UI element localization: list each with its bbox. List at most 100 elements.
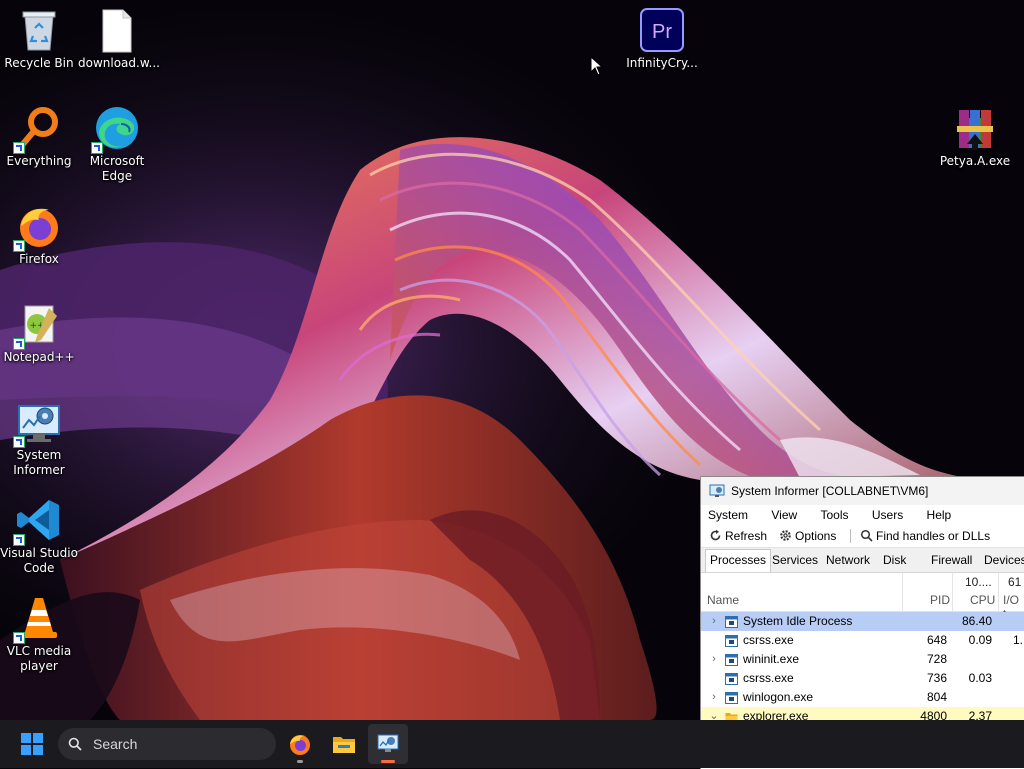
document-file-icon	[93, 6, 141, 54]
refresh-icon	[710, 529, 721, 541]
shortcut-arrow-icon	[13, 240, 25, 252]
system-informer-icon	[377, 734, 399, 752]
process-cpu: 86.40	[961, 614, 992, 628]
desktop-icon-label: System Informer	[13, 448, 65, 477]
shortcut-arrow-icon	[13, 534, 25, 546]
window-title: System Informer [COLLABNET\VM6]	[731, 484, 929, 498]
process-name: winlogon.exe	[743, 690, 814, 704]
tab-services[interactable]: Services	[768, 550, 822, 572]
column-pid[interactable]: PID	[930, 593, 950, 607]
find-handles-button[interactable]: Find handles or DLLs	[858, 525, 990, 547]
winrar-archive-icon	[951, 104, 999, 152]
column-cpu-total: 10....	[965, 575, 992, 589]
desktop-icon-vlc[interactable]: VLC media player	[0, 590, 78, 674]
process-pid: 736	[926, 671, 947, 685]
refresh-button[interactable]: Refresh	[707, 525, 767, 547]
tab-disk[interactable]: Disk	[879, 550, 910, 572]
firefox-icon	[13, 202, 63, 252]
desktop-icon-infinitycry[interactable]: Pr InfinityCry...	[623, 2, 701, 71]
search-icon	[68, 737, 82, 751]
shortcut-arrow-icon	[91, 142, 103, 154]
svg-text:Pr: Pr	[652, 21, 672, 43]
options-button[interactable]: Options	[777, 525, 836, 547]
taskbar-file-explorer-button[interactable]	[324, 724, 364, 764]
process-pid: 804	[926, 690, 947, 704]
app-window-icon	[725, 672, 738, 685]
shortcut-arrow-icon	[13, 632, 25, 644]
toolbar: Refresh Options Find handles or DLLs	[701, 525, 1024, 548]
shortcut-arrow-icon	[13, 142, 25, 154]
menu-system[interactable]: System	[705, 508, 751, 522]
expand-chevron-icon[interactable]: ›	[709, 650, 719, 669]
column-cpu[interactable]: CPU	[970, 593, 995, 607]
menu-users[interactable]: Users	[869, 508, 906, 522]
tab-devices[interactable]: Devices	[980, 550, 1024, 572]
tab-firewall[interactable]: Firewall	[927, 550, 976, 572]
gear-icon	[780, 530, 791, 541]
edge-icon	[91, 104, 141, 154]
desktop-icon-system-informer[interactable]: System Informer	[0, 394, 78, 478]
desktop-icon-label: VLC media player	[6, 644, 72, 673]
desktop-icon-edge[interactable]: Microsoft Edge	[78, 100, 156, 184]
taskbar-system-informer-button[interactable]	[368, 724, 408, 764]
toolbar-separator	[850, 529, 851, 543]
menu-view[interactable]: View	[768, 508, 800, 522]
desktop-icon-label: InfinityCry...	[626, 56, 698, 70]
tab-network[interactable]: Network	[822, 550, 874, 572]
desktop-icon-everything[interactable]: Everything	[0, 100, 78, 169]
tab-strip: Processes Services Network Disk Firewall…	[701, 548, 1024, 573]
shortcut-arrow-icon	[13, 436, 25, 448]
desktop-icon-vscode[interactable]: Visual Studio Code	[0, 492, 78, 576]
window-title-bar[interactable]: System Informer [COLLABNET\VM6]	[701, 477, 1024, 505]
tab-processes[interactable]: Processes	[705, 549, 772, 572]
menu-help[interactable]: Help	[924, 508, 955, 522]
process-name: csrss.exe	[743, 633, 794, 647]
shortcut-arrow-icon	[13, 338, 25, 350]
process-cpu: 0.03	[968, 671, 992, 685]
column-name[interactable]: Name	[707, 593, 739, 607]
desktop-icon-label: Petya.A.exe	[939, 154, 1011, 168]
everything-search-icon	[13, 104, 63, 154]
start-button[interactable]	[12, 724, 52, 764]
process-row[interactable]: csrss.exe 648 0.09 1.	[701, 631, 1024, 650]
column-divider	[998, 573, 999, 611]
process-row[interactable]: › winlogon.exe 804	[701, 688, 1024, 707]
column-header: Name PID 10.... CPU 61 I/O t	[701, 573, 1024, 621]
search-icon	[860, 529, 873, 542]
desktop-icon-petya[interactable]: Petya.A.exe	[936, 100, 1014, 169]
menu-bar: System View Tools Users Help	[701, 505, 1024, 525]
options-label: Options	[795, 529, 837, 543]
process-row[interactable]: › System Idle Process 86.40	[701, 612, 1024, 631]
column-io-total: 61	[1008, 575, 1022, 589]
premiere-pro-icon: Pr	[638, 6, 686, 54]
system-informer-icon	[13, 398, 63, 448]
process-row[interactable]: csrss.exe 736 0.03	[701, 669, 1024, 688]
process-io: 1.	[1013, 633, 1024, 647]
menu-tools[interactable]: Tools	[818, 508, 852, 522]
process-row[interactable]: › wininit.exe 728	[701, 650, 1024, 669]
taskbar: Search	[0, 720, 1024, 768]
desktop-icon-label: Microsoft Edge	[89, 154, 145, 183]
desktop-icon-label: Firefox	[19, 252, 59, 266]
expand-chevron-icon[interactable]: ›	[709, 688, 719, 707]
desktop-icon-notepadpp[interactable]: ++ Notepad++	[0, 296, 78, 365]
app-window-icon	[725, 615, 738, 628]
desktop-icon-label: Notepad++	[3, 350, 75, 364]
process-name: csrss.exe	[743, 671, 794, 685]
app-window-icon	[725, 634, 738, 647]
process-pid: 648	[926, 633, 947, 647]
desktop-icon-download-file[interactable]: download.w...	[78, 2, 160, 71]
desktop-icon-firefox[interactable]: Firefox	[0, 198, 78, 267]
column-divider	[952, 573, 953, 611]
windows-start-icon	[21, 733, 43, 755]
column-divider	[902, 573, 903, 611]
refresh-label: Refresh	[725, 529, 768, 543]
find-handles-label: Find handles or DLLs	[876, 529, 991, 543]
app-window-icon	[725, 653, 738, 666]
process-cpu: 0.09	[968, 633, 992, 647]
taskbar-search-box[interactable]: Search	[58, 728, 276, 760]
desktop-icon-recycle-bin[interactable]: Recycle Bin	[0, 2, 78, 71]
process-pid: 728	[926, 652, 947, 666]
taskbar-firefox-button[interactable]	[280, 724, 320, 764]
expand-chevron-icon[interactable]: ›	[709, 612, 719, 631]
